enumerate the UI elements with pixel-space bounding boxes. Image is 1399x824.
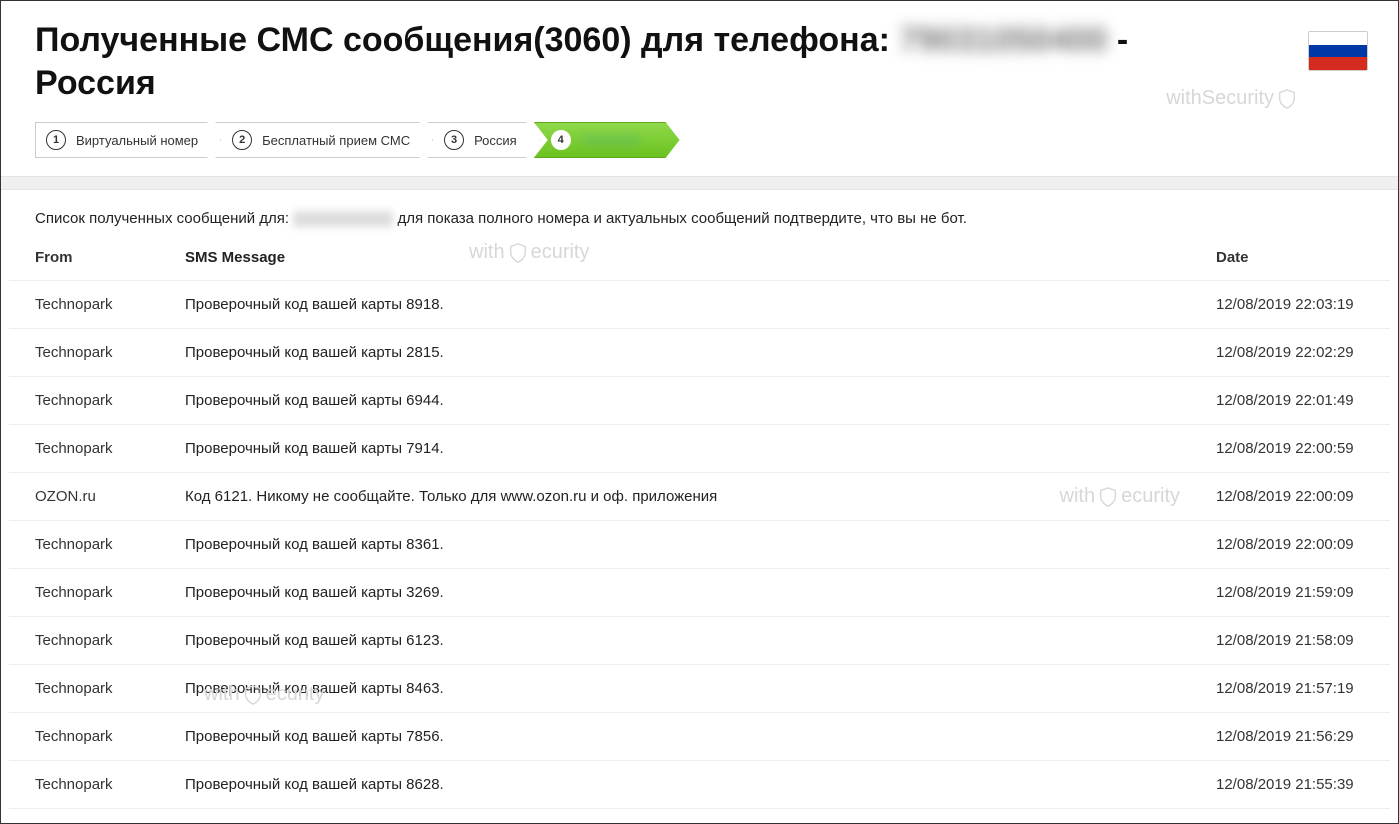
cell-from: Technopark bbox=[9, 377, 159, 425]
breadcrumb-label: Бесплатный прием СМС bbox=[262, 133, 410, 148]
cell-date: 12/08/2019 21:57:19 bbox=[1190, 665, 1390, 713]
cell-from: Technopark bbox=[9, 569, 159, 617]
table-row: TechnoparkПроверочный код вашей карты 61… bbox=[9, 617, 1390, 665]
table-row: TechnoparkПроверочный код вашей карты 78… bbox=[9, 713, 1390, 761]
column-header-date: Date bbox=[1190, 235, 1390, 281]
cell-message: Проверочный код вашей карты 2815. bbox=[159, 329, 1190, 377]
cell-message: Проверочный код вашей карты 8628. bbox=[159, 761, 1190, 809]
list-description: Список полученных сообщений для: для пок… bbox=[9, 190, 1390, 235]
page-header: Полученные СМС сообщения(3060) для телеф… bbox=[1, 1, 1398, 112]
breadcrumb-step-number: 2 bbox=[232, 130, 252, 150]
content-area: Список полученных сообщений для: для пок… bbox=[1, 190, 1398, 809]
russia-flag-icon bbox=[1308, 31, 1368, 71]
cell-message: Код 6121. Никому не сообщайте. Только дл… bbox=[159, 473, 1190, 521]
sms-table: From SMS Message Date TechnoparkПровероч… bbox=[9, 235, 1390, 809]
table-row: TechnoparkПроверочный код вашей карты 89… bbox=[9, 281, 1390, 329]
table-header-row: From SMS Message Date bbox=[9, 235, 1390, 281]
cell-from: Technopark bbox=[9, 521, 159, 569]
cell-date: 12/08/2019 22:00:09 bbox=[1190, 473, 1390, 521]
cell-from: Technopark bbox=[9, 713, 159, 761]
cell-message: Проверочный код вашей карты 8918. bbox=[159, 281, 1190, 329]
cell-date: 12/08/2019 22:03:19 bbox=[1190, 281, 1390, 329]
cell-date: 12/08/2019 22:01:49 bbox=[1190, 377, 1390, 425]
cell-date: 12/08/2019 21:55:39 bbox=[1190, 761, 1390, 809]
cell-from: OZON.ru bbox=[9, 473, 159, 521]
cell-from: Technopark bbox=[9, 425, 159, 473]
title-prefix: Полученные СМС сообщения(3060) для телеф… bbox=[35, 21, 899, 59]
column-header-message: SMS Message bbox=[159, 235, 1190, 281]
breadcrumb: 1 Виртуальный номер 2 Бесплатный прием С… bbox=[1, 112, 1398, 176]
cell-date: 12/08/2019 21:59:09 bbox=[1190, 569, 1390, 617]
table-row: TechnoparkПроверочный код вашей карты 79… bbox=[9, 425, 1390, 473]
table-row: TechnoparkПроверочный код вашей карты 86… bbox=[9, 761, 1390, 809]
breadcrumb-step-number: 3 bbox=[444, 130, 464, 150]
table-row: OZON.ruКод 6121. Никому не сообщайте. То… bbox=[9, 473, 1390, 521]
table-row: TechnoparkПроверочный код вашей карты 84… bbox=[9, 665, 1390, 713]
title-country: Россия bbox=[35, 64, 156, 102]
cell-message: Проверочный код вашей карты 3269. bbox=[159, 569, 1190, 617]
title-phone-masked: 79031050400 bbox=[899, 19, 1107, 62]
cell-message: Проверочный код вашей карты 6123. bbox=[159, 617, 1190, 665]
table-row: TechnoparkПроверочный код вашей карты 83… bbox=[9, 521, 1390, 569]
section-divider bbox=[1, 176, 1398, 190]
description-number-masked bbox=[293, 211, 393, 227]
breadcrumb-label-masked: 79031050 bbox=[581, 133, 639, 148]
cell-date: 12/08/2019 22:00:59 bbox=[1190, 425, 1390, 473]
breadcrumb-step-number: 1 bbox=[46, 130, 66, 150]
cell-date: 12/08/2019 22:00:09 bbox=[1190, 521, 1390, 569]
description-suffix: для показа полного номера и актуальных с… bbox=[397, 210, 966, 227]
table-row: TechnoparkПроверочный код вашей карты 32… bbox=[9, 569, 1390, 617]
cell-message: Проверочный код вашей карты 6944. bbox=[159, 377, 1190, 425]
breadcrumb-item-current[interactable]: 4 79031050 bbox=[534, 122, 680, 158]
table-wrapper: with ecurity with ecurity with ecurity F… bbox=[9, 235, 1390, 809]
breadcrumb-label: Россия bbox=[474, 133, 517, 148]
title-suffix: - bbox=[1117, 21, 1128, 59]
cell-from: Technopark bbox=[9, 761, 159, 809]
breadcrumb-step-number: 4 bbox=[551, 130, 571, 150]
cell-date: 12/08/2019 21:56:29 bbox=[1190, 713, 1390, 761]
breadcrumb-label: Виртуальный номер bbox=[76, 133, 198, 148]
page-container: Полученные СМС сообщения(3060) для телеф… bbox=[0, 0, 1399, 824]
table-row: TechnoparkПроверочный код вашей карты 28… bbox=[9, 329, 1390, 377]
cell-from: Technopark bbox=[9, 665, 159, 713]
description-prefix: Список полученных сообщений для: bbox=[35, 210, 293, 227]
cell-message: Проверочный код вашей карты 7914. bbox=[159, 425, 1190, 473]
column-header-from: From bbox=[9, 235, 159, 281]
table-row: TechnoparkПроверочный код вашей карты 69… bbox=[9, 377, 1390, 425]
cell-from: Technopark bbox=[9, 329, 159, 377]
cell-from: Technopark bbox=[9, 617, 159, 665]
cell-message: Проверочный код вашей карты 8361. bbox=[159, 521, 1190, 569]
page-title: Полученные СМС сообщения(3060) для телеф… bbox=[35, 19, 1364, 104]
breadcrumb-item-virtual-number[interactable]: 1 Виртуальный номер bbox=[35, 122, 221, 158]
cell-message: Проверочный код вашей карты 8463. bbox=[159, 665, 1190, 713]
cell-message: Проверочный код вашей карты 7856. bbox=[159, 713, 1190, 761]
cell-from: Technopark bbox=[9, 281, 159, 329]
cell-date: 12/08/2019 21:58:09 bbox=[1190, 617, 1390, 665]
breadcrumb-item-russia[interactable]: 3 Россия bbox=[427, 122, 540, 158]
cell-date: 12/08/2019 22:02:29 bbox=[1190, 329, 1390, 377]
breadcrumb-item-free-sms[interactable]: 2 Бесплатный прием СМС bbox=[215, 122, 433, 158]
